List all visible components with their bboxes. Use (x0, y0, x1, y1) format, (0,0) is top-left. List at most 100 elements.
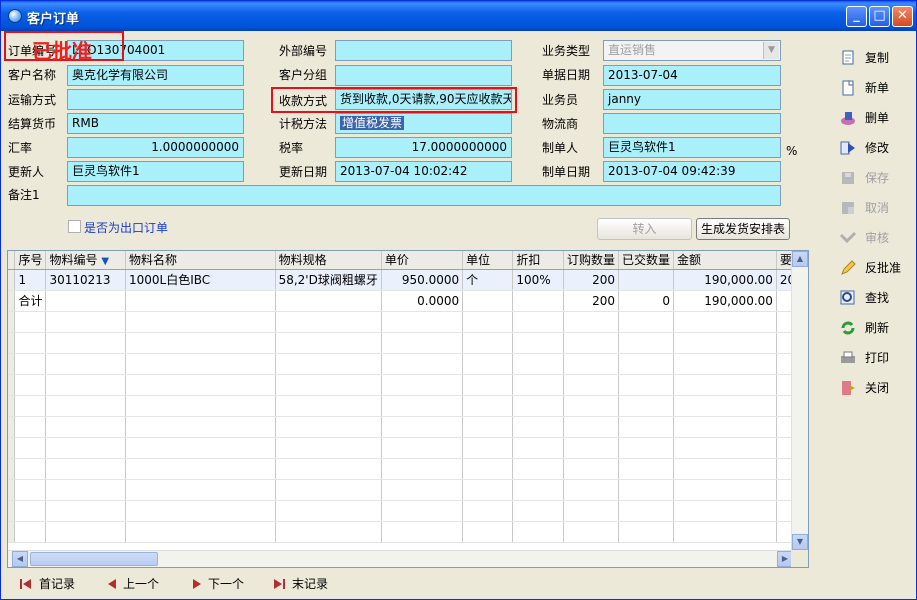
salesman-field[interactable]: janny (603, 89, 781, 110)
col-header-name[interactable]: 物料名称 (125, 251, 276, 270)
cell-unit[interactable]: 个 (462, 269, 514, 291)
transfer-button[interactable]: 转入 (597, 218, 692, 240)
logistics-field[interactable] (603, 113, 781, 134)
horizontal-scrollbar[interactable]: ◀ ▶ (8, 550, 793, 567)
close-window-button[interactable]: ✕ (892, 6, 913, 27)
cell-amount[interactable]: 190,000.00 (673, 269, 777, 291)
empty-cell (462, 521, 514, 543)
updater-field[interactable]: 巨灵鸟软件1 (67, 161, 244, 182)
minimize-button[interactable]: _ (846, 6, 867, 27)
empty-cell (45, 521, 127, 543)
cell-name[interactable]: 1000L白色IBC (125, 269, 276, 291)
cancel-button[interactable]: 取消 (839, 196, 909, 220)
generate-shipping-schedule-button[interactable]: 生成发货安排表 (696, 218, 790, 240)
delete-button[interactable]: 删单 (839, 106, 909, 130)
cell-spec[interactable]: 58,2'D球阀粗螺牙 (275, 269, 382, 291)
tax-method-field[interactable]: 增值税发票 (335, 113, 512, 134)
exchange-rate-label: 汇率 (8, 141, 33, 155)
horizontal-scroll-thumb[interactable] (30, 552, 158, 566)
exchange-rate-field[interactable]: 1.0000000000 (67, 137, 244, 158)
empty-cell (512, 521, 564, 543)
table-row[interactable]: 1 30110213 1000L白色IBC 58,2'D球阀粗螺牙 950.00… (8, 269, 808, 291)
col-header-spec[interactable]: 物料规格 (275, 251, 382, 270)
empty-cell (673, 311, 777, 333)
empty-cell (381, 458, 464, 480)
empty-row (8, 458, 808, 480)
col-header-price[interactable]: 单价 (381, 251, 464, 270)
empty-cell (673, 416, 777, 438)
col-header-unit[interactable]: 单位 (462, 251, 514, 270)
empty-row (8, 479, 808, 501)
currency-field[interactable]: RMB (67, 113, 244, 134)
edit-button[interactable]: 修改 (839, 136, 909, 160)
cell-seq[interactable]: 1 (14, 269, 47, 291)
last-record-button[interactable]: 末记录 (272, 573, 352, 595)
row-selector[interactable] (8, 269, 16, 291)
empty-cell (14, 353, 47, 375)
col-header-delivered[interactable]: 已交数量 (618, 251, 675, 270)
business-type-select[interactable]: 直运销售 ▼ (603, 40, 781, 61)
empty-cell (45, 311, 127, 333)
find-button[interactable]: 查找 (839, 286, 909, 310)
row-selector (8, 290, 16, 312)
empty-cell (673, 437, 777, 459)
empty-cell (563, 416, 620, 438)
creator-field[interactable]: 巨灵鸟软件1 (603, 137, 781, 158)
col-header-code[interactable]: 物料编号 ▼ (45, 251, 127, 270)
create-date-field[interactable]: 2013-07-04 09:42:39 (603, 161, 781, 182)
order-lines-grid[interactable]: 序号 物料编号 ▼ 物料名称 物料规格 单价 单位 折扣 订购数量 已交数量 金… (7, 250, 809, 568)
empty-cell (275, 479, 382, 501)
currency-label: 结算货币 (8, 117, 57, 131)
audit-button[interactable]: 审核 (839, 226, 909, 250)
print-button[interactable]: 打印 (839, 346, 909, 370)
remark-field[interactable] (67, 185, 781, 206)
tax-rate-unit: % (786, 144, 798, 158)
refresh-button[interactable]: 刷新 (839, 316, 909, 340)
vertical-scrollbar[interactable]: ▲ ▼ (791, 251, 808, 550)
copy-button[interactable]: 复制 (839, 46, 909, 70)
create-date-label: 制单日期 (542, 165, 591, 179)
title-bar[interactable]: 客户订单 _ □ ✕ (1, 1, 916, 31)
transport-field[interactable] (67, 89, 244, 110)
scroll-down-icon[interactable]: ▼ (792, 534, 808, 550)
first-record-button[interactable]: 首记录 (19, 573, 99, 595)
new-doc-button[interactable]: 新单 (839, 76, 909, 100)
scroll-up-icon[interactable]: ▲ (792, 251, 808, 267)
scroll-left-icon[interactable]: ◀ (12, 551, 28, 567)
empty-cell (275, 521, 382, 543)
empty-cell (381, 500, 464, 522)
close-button[interactable]: 关闭 (839, 376, 909, 400)
unapprove-button[interactable]: 反批准 (839, 256, 909, 280)
prev-record-button[interactable]: 上一个 (105, 573, 185, 595)
save-button[interactable]: 保存 (839, 166, 909, 190)
empty-cell (462, 290, 514, 312)
maximize-button[interactable]: □ (869, 6, 890, 27)
empty-cell (45, 374, 127, 396)
sidebar-button-label: 关闭 (865, 381, 890, 395)
cell-discount[interactable]: 100% (512, 269, 564, 291)
empty-cell (618, 437, 675, 459)
cell-delivered[interactable] (618, 269, 675, 291)
col-header-qty[interactable]: 订购数量 (563, 251, 620, 270)
next-record-button[interactable]: 下一个 (190, 573, 270, 595)
col-header-discount[interactable]: 折扣 (512, 251, 564, 270)
empty-cell (275, 395, 382, 417)
empty-row (8, 311, 808, 333)
cell-price[interactable]: 950.0000 (381, 269, 464, 291)
external-no-field[interactable] (335, 40, 512, 61)
export-order-checkbox[interactable] (68, 220, 81, 233)
chevron-down-icon[interactable]: ▼ (763, 42, 779, 59)
col-header-amount[interactable]: 金额 (673, 251, 777, 270)
empty-cell (673, 395, 777, 417)
empty-cell (618, 374, 675, 396)
empty-cell (125, 500, 276, 522)
customer-name-field[interactable]: 奥克化学有限公司 (67, 65, 244, 86)
cell-code[interactable]: 30110213 (45, 269, 127, 291)
update-date-field[interactable]: 2013-07-04 10:02:42 (335, 161, 512, 182)
col-header-seq[interactable]: 序号 (14, 251, 47, 270)
doc-date-field[interactable]: 2013-07-04 (603, 65, 781, 86)
customer-group-field[interactable] (335, 65, 512, 86)
tax-rate-field[interactable]: 17.0000000000 (335, 137, 512, 158)
empty-cell (14, 374, 47, 396)
cell-qty[interactable]: 200 (563, 269, 620, 291)
